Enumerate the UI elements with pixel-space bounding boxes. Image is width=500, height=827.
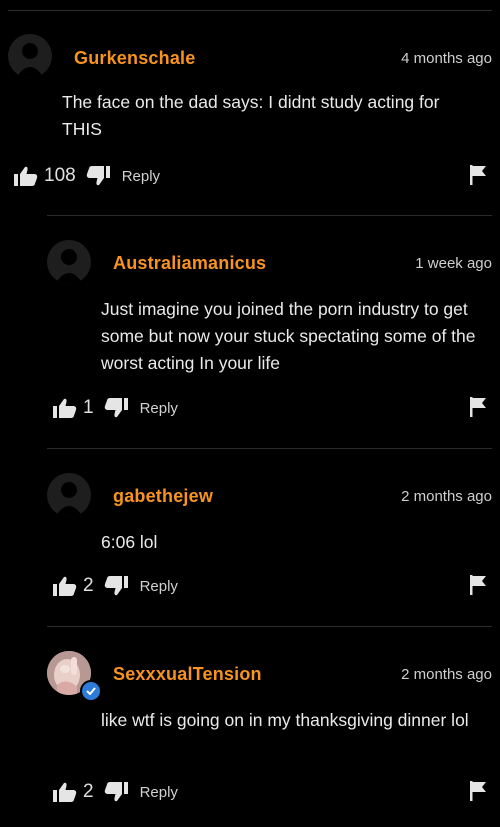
reply-button[interactable]: Reply [122,168,160,185]
flag-icon[interactable] [470,397,486,417]
comment-date: 2 months ago [401,488,492,505]
thumbs-down-icon[interactable] [86,166,110,186]
like-count: 108 [44,165,76,186]
thumbs-up-icon[interactable] [53,576,77,596]
reply-button[interactable]: Reply [140,784,178,801]
thumbs-down-icon[interactable] [104,398,128,418]
thumbs-up-icon[interactable] [53,782,77,802]
comment-username[interactable]: Australiamanicus [113,253,266,274]
comment-date: 4 months ago [401,50,492,67]
divider [47,626,492,627]
comment-text: like wtf is going on in my thanksgiving … [101,710,469,730]
default-avatar-icon[interactable] [47,240,91,284]
default-avatar-icon[interactable] [8,34,52,78]
divider [47,448,492,449]
comment-actions: 2 Reply [53,780,178,804]
comment-actions: 1 Reply [53,396,178,420]
divider [8,10,492,11]
verified-checkmark-icon [80,680,102,702]
comment-username[interactable]: gabethejew [113,486,213,507]
like-count: 2 [83,575,94,596]
flag-icon[interactable] [470,165,486,185]
flag-icon[interactable] [470,781,486,801]
divider [47,215,492,216]
comment-date: 2 months ago [401,666,492,683]
comment-text: The face on the dad says: I didnt study … [62,92,440,139]
thumbs-down-icon[interactable] [104,782,128,802]
thumbs-up-icon[interactable] [53,398,77,418]
comment-date: 1 week ago [415,255,492,272]
comment-username[interactable]: Gurkenschale [74,48,195,69]
thumbs-down-icon[interactable] [104,576,128,596]
reply-button[interactable]: Reply [140,400,178,417]
default-avatar-icon[interactable] [47,473,91,517]
comment-text: 6:06 lol [101,532,158,552]
flag-icon[interactable] [470,575,486,595]
thumbs-up-icon[interactable] [14,166,38,186]
comment-actions: 2 Reply [53,574,178,598]
reply-button[interactable]: Reply [140,578,178,595]
like-count: 1 [83,397,94,418]
comment-text: Just imagine you joined the porn industr… [101,299,476,373]
comment-actions: 108 Reply [14,164,160,188]
like-count: 2 [83,781,94,802]
comment-username[interactable]: SexxxualTension [113,664,262,685]
